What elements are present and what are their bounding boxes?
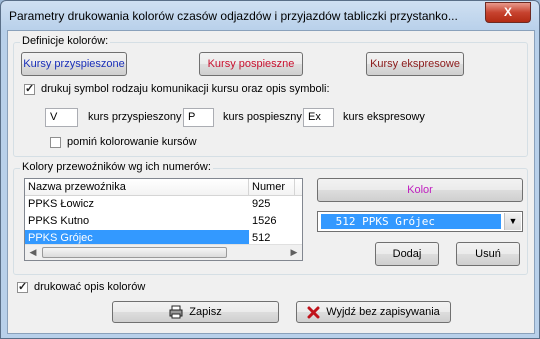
close-x-icon <box>307 306 320 318</box>
symbol-accelerated-label: kurs przyspieszony <box>88 111 182 123</box>
fast-courses-button[interactable]: Kursy pospieszne <box>199 52 303 76</box>
add-button[interactable]: Dodaj <box>375 242 439 266</box>
symbol-fast-label: kurs pospieszny <box>223 111 302 123</box>
carrier-colors-label: Kolory przewoźników wg ich numerów: <box>20 161 213 173</box>
carrier-select[interactable]: 512 PPKS Grójec ▼ <box>317 211 523 232</box>
print-symbol-label: drukuj symbol rodzaju komunikacji kursu … <box>41 83 330 95</box>
express-courses-button[interactable]: Kursy ekspresowe <box>366 52 464 76</box>
dialog-window: Parametry drukowania kolorów czasów odja… <box>0 0 540 339</box>
symbol-fast-input[interactable]: P <box>183 108 214 127</box>
save-button[interactable]: Zapisz <box>112 301 279 323</box>
fast-courses-label: Kursy pospieszne <box>207 58 295 70</box>
save-button-label: Zapisz <box>189 306 222 318</box>
print-symbol-checkbox[interactable] <box>24 82 35 95</box>
add-button-label: Dodaj <box>392 248 422 260</box>
color-definitions-label: Definicje kolorów: <box>20 35 111 47</box>
chevron-down-icon[interactable]: ▼ <box>504 213 521 230</box>
carriers-table[interactable]: Nazwa przewoźnika Numer PPKS Łowicz 925 … <box>24 178 303 261</box>
accelerated-courses-button[interactable]: Kursy przyspieszone <box>21 52 127 76</box>
table-row[interactable]: PPKS Kutno 1526 <box>25 213 302 230</box>
horizontal-scrollbar[interactable]: ◀ ▶ <box>25 244 302 260</box>
print-legend-checkbox[interactable] <box>17 280 28 293</box>
cell-carrier-name: PPKS Kutno <box>28 215 90 227</box>
column-header-name[interactable]: Nazwa przewoźnika <box>25 179 249 195</box>
column-header-number[interactable]: Numer <box>249 179 295 195</box>
exit-button-label: Wyjdź bez zapisywania <box>326 306 440 318</box>
skip-coloring-label: pomiń kolorowanie kursów <box>67 136 197 148</box>
printer-icon <box>169 305 183 319</box>
express-courses-label: Kursy ekspresowe <box>370 58 460 70</box>
remove-button[interactable]: Usuń <box>456 242 520 266</box>
close-button[interactable]: X <box>485 2 531 23</box>
carrier-select-value: 512 PPKS Grójec <box>321 214 501 229</box>
scroll-thumb[interactable] <box>42 247 227 258</box>
symbol-accelerated-input[interactable]: V <box>45 108 78 127</box>
symbol-express-input[interactable]: Ex <box>303 108 334 127</box>
cell-carrier-number: 1526 <box>252 215 277 227</box>
symbol-express-label: kurs ekspresowy <box>343 111 425 123</box>
dialog-client: Definicje kolorów: Kursy przyspieszone K… <box>7 30 535 334</box>
scroll-right-icon[interactable]: ▶ <box>286 245 302 260</box>
color-button[interactable]: Kolor <box>317 178 523 202</box>
title-bar[interactable]: Parametry drukowania kolorów czasów odja… <box>1 1 539 31</box>
skip-coloring-checkbox[interactable] <box>50 137 61 148</box>
print-legend-label: drukować opis kolorów <box>34 281 146 293</box>
accelerated-courses-label: Kursy przyspieszone <box>23 58 125 70</box>
exit-without-saving-button[interactable]: Wyjdź bez zapisywania <box>296 301 451 323</box>
scroll-left-icon[interactable]: ◀ <box>25 245 41 260</box>
color-button-label: Kolor <box>407 184 433 196</box>
table-row[interactable]: PPKS Łowicz 925 <box>25 196 302 213</box>
cell-carrier-name: PPKS Łowicz <box>28 198 95 210</box>
table-header: Nazwa przewoźnika Numer <box>25 179 302 196</box>
window-title: Parametry drukowania kolorów czasów odja… <box>9 9 458 23</box>
cell-carrier-number: 925 <box>252 198 271 210</box>
remove-button-label: Usuń <box>475 248 501 260</box>
